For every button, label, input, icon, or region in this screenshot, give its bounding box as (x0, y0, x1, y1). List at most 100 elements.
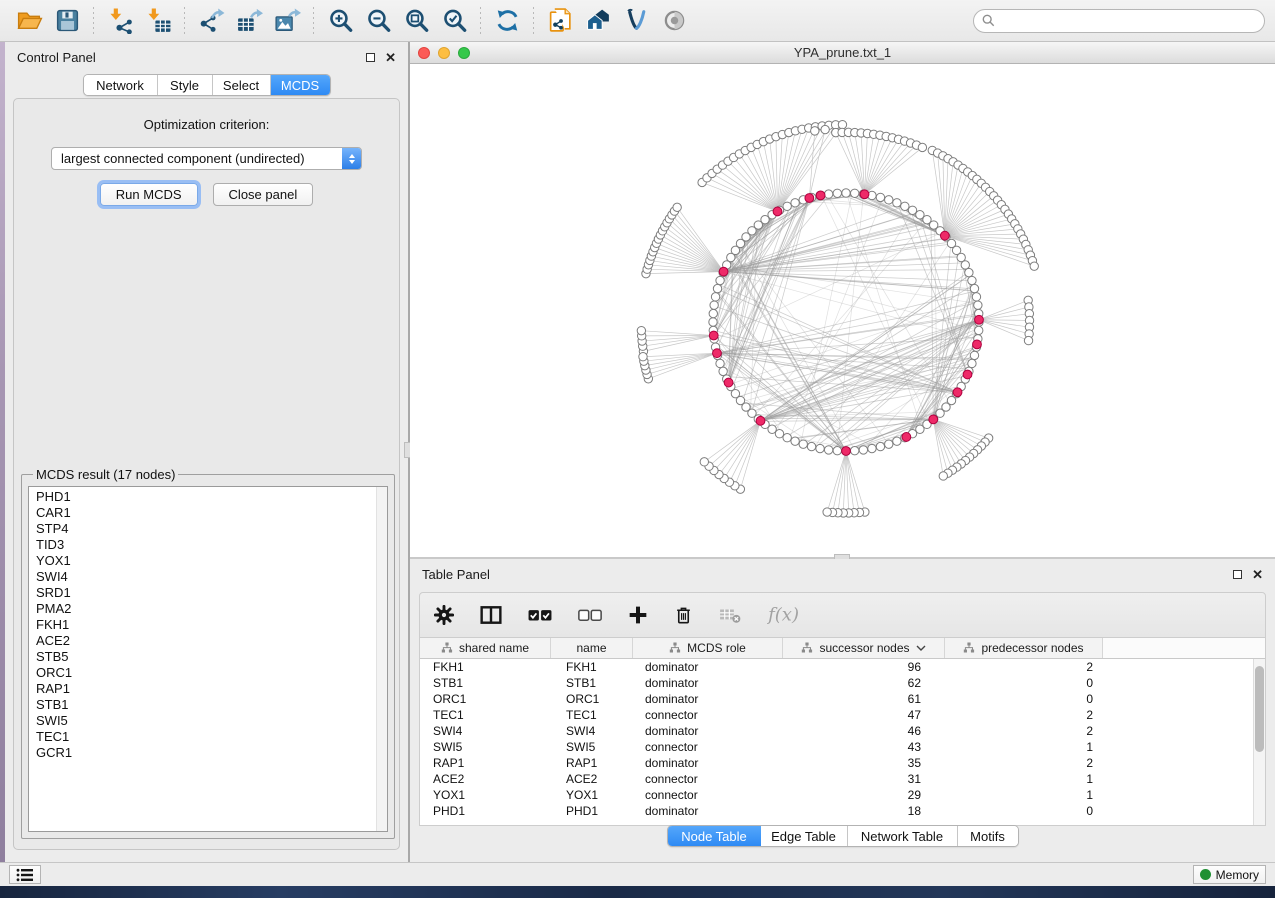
open-session-button[interactable] (10, 4, 48, 38)
add-column-button[interactable] (628, 605, 648, 625)
float-panel-icon[interactable] (366, 53, 375, 62)
graph-leaf-node[interactable] (823, 508, 831, 516)
graph-node[interactable] (868, 444, 876, 452)
graph-mcds-hub-node[interactable] (724, 378, 733, 387)
mcds-result-item[interactable]: YOX1 (36, 553, 387, 569)
graph-node[interactable] (975, 326, 983, 334)
graph-node[interactable] (885, 196, 893, 204)
zoom-fit-button[interactable] (397, 4, 435, 38)
table-row[interactable]: PHD1 PHD1 dominator 18 0 (420, 803, 1265, 819)
graph-mcds-hub-node[interactable] (973, 340, 982, 349)
graph-leaf-node[interactable] (918, 143, 926, 151)
table-row[interactable]: ACE2 ACE2 connector 31 1 (420, 771, 1265, 787)
mcds-result-item[interactable]: ACE2 (36, 633, 387, 649)
mcds-result-item[interactable]: FKH1 (36, 617, 387, 633)
mcds-result-item[interactable]: SWI4 (36, 569, 387, 585)
graph-node[interactable] (968, 359, 976, 367)
graph-node[interactable] (716, 359, 724, 367)
zoom-selected-button[interactable] (435, 4, 473, 38)
graph-node[interactable] (970, 351, 978, 359)
column-header-name[interactable]: name (551, 638, 633, 658)
tab-mcds[interactable]: MCDS (271, 75, 330, 95)
graph-node[interactable] (908, 206, 916, 214)
graph-node[interactable] (775, 430, 783, 438)
memory-button[interactable]: Memory (1193, 865, 1266, 884)
scrollbar-thumb[interactable] (1255, 666, 1264, 752)
graph-node[interactable] (965, 268, 973, 276)
column-header-predecessor-nodes[interactable]: predecessor nodes (945, 638, 1103, 658)
import-network-button[interactable] (101, 4, 139, 38)
mcds-result-item[interactable]: TEC1 (36, 729, 387, 745)
graph-node[interactable] (783, 433, 791, 441)
task-history-button[interactable] (9, 865, 41, 884)
tab-edge-table[interactable]: Edge Table (761, 826, 848, 846)
graph-node[interactable] (716, 276, 724, 284)
mcds-result-item[interactable]: SWI5 (36, 713, 387, 729)
graph-node[interactable] (850, 447, 858, 455)
graph-node[interactable] (961, 261, 969, 269)
graph-node[interactable] (968, 276, 976, 284)
show-hide-button[interactable] (655, 4, 693, 38)
select-all-button[interactable] (528, 607, 552, 623)
graph-mcds-hub-node[interactable] (713, 349, 722, 358)
graph-node[interactable] (876, 442, 884, 450)
graph-mcds-hub-node[interactable] (860, 190, 869, 199)
graph-node[interactable] (876, 193, 884, 201)
graph-node[interactable] (885, 440, 893, 448)
mcds-result-item[interactable]: PHD1 (36, 489, 387, 505)
mcds-result-item[interactable]: TID3 (36, 537, 387, 553)
graph-mcds-hub-node[interactable] (719, 267, 728, 276)
graph-node[interactable] (833, 447, 841, 455)
toggle-graphics-details-button[interactable] (617, 4, 655, 38)
delete-table-button[interactable] (719, 606, 741, 624)
graph-leaf-node[interactable] (639, 353, 647, 361)
graph-node[interactable] (901, 202, 909, 210)
table-row[interactable]: YOX1 YOX1 connector 29 1 (420, 787, 1265, 803)
mcds-result-item[interactable]: RAP1 (36, 681, 387, 697)
graph-node[interactable] (711, 293, 719, 301)
graph-node[interactable] (816, 444, 824, 452)
table-row[interactable]: STB1 STB1 dominator 62 0 (420, 675, 1265, 691)
graph-node[interactable] (893, 199, 901, 207)
graph-node[interactable] (709, 309, 717, 317)
graph-leaf-node[interactable] (673, 203, 681, 211)
tab-select[interactable]: Select (213, 75, 271, 95)
graph-node[interactable] (719, 367, 727, 375)
graph-mcds-hub-node[interactable] (929, 415, 938, 424)
mcds-result-item[interactable]: ORC1 (36, 665, 387, 681)
graph-mcds-hub-node[interactable] (902, 433, 911, 442)
float-panel-icon[interactable] (1233, 570, 1242, 579)
close-panel-icon[interactable]: ✕ (385, 51, 396, 64)
tab-node-table[interactable]: Node Table (668, 826, 761, 846)
graph-node[interactable] (791, 437, 799, 445)
graph-mcds-hub-node[interactable] (773, 207, 782, 216)
graph-node[interactable] (713, 284, 721, 292)
graph-mcds-hub-node[interactable] (805, 194, 814, 203)
function-builder-button[interactable]: f(x) (767, 604, 801, 626)
table-row[interactable]: ORC1 ORC1 dominator 61 0 (420, 691, 1265, 707)
deselect-all-button[interactable] (578, 607, 602, 623)
search-input[interactable] (1000, 13, 1256, 28)
graph-leaf-node[interactable] (1030, 262, 1038, 270)
tab-motifs[interactable]: Motifs (958, 826, 1018, 846)
graph-node[interactable] (824, 190, 832, 198)
close-panel-button[interactable]: Close panel (213, 183, 314, 206)
mcds-list-scrollbar[interactable] (376, 487, 387, 831)
mcds-result-item[interactable]: STP4 (36, 521, 387, 537)
network-home-button[interactable] (579, 4, 617, 38)
mcds-result-item[interactable]: PMA2 (36, 601, 387, 617)
graph-node[interactable] (972, 293, 980, 301)
tab-network-table[interactable]: Network Table (848, 826, 958, 846)
table-row[interactable]: SWI4 SWI4 dominator 46 2 (420, 723, 1265, 739)
mcds-result-item[interactable]: CAR1 (36, 505, 387, 521)
table-row[interactable]: SWI5 SWI5 connector 43 1 (420, 739, 1265, 755)
graph-mcds-hub-node[interactable] (816, 191, 825, 200)
graph-mcds-hub-node[interactable] (975, 315, 984, 324)
mcds-result-list[interactable]: PHD1CAR1STP4TID3YOX1SWI4SRD1PMA2FKH1ACE2… (28, 486, 388, 832)
mcds-result-item[interactable]: GCR1 (36, 745, 387, 761)
mcds-result-item[interactable]: STB1 (36, 697, 387, 713)
graph-node[interactable] (807, 442, 815, 450)
tab-network[interactable]: Network (84, 75, 158, 95)
tab-style[interactable]: Style (158, 75, 213, 95)
graph-node[interactable] (859, 446, 867, 454)
